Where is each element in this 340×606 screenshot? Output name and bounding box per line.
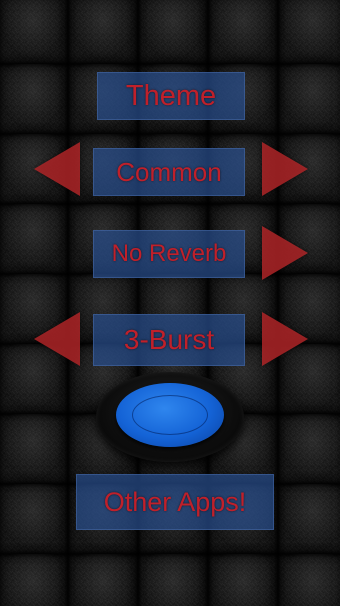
fire-button-cap-icon [116,383,224,447]
page-title: Theme [97,72,245,120]
reverb-selector[interactable]: No Reverb [93,230,245,278]
app-screen: Theme Common No Reverb 3-Burst Other App… [0,0,340,606]
fire-button[interactable] [96,372,244,462]
theme-previous-arrow-icon[interactable] [34,142,80,196]
burst-next-arrow-icon[interactable] [262,312,308,366]
reverb-next-arrow-icon[interactable] [262,226,308,280]
other-apps-button[interactable]: Other Apps! [76,474,274,530]
theme-next-arrow-icon[interactable] [262,142,308,196]
theme-selector[interactable]: Common [93,148,245,196]
burst-previous-arrow-icon[interactable] [34,312,80,366]
burst-mode-selector[interactable]: 3-Burst [93,314,245,366]
fire-button-ring [132,395,208,435]
